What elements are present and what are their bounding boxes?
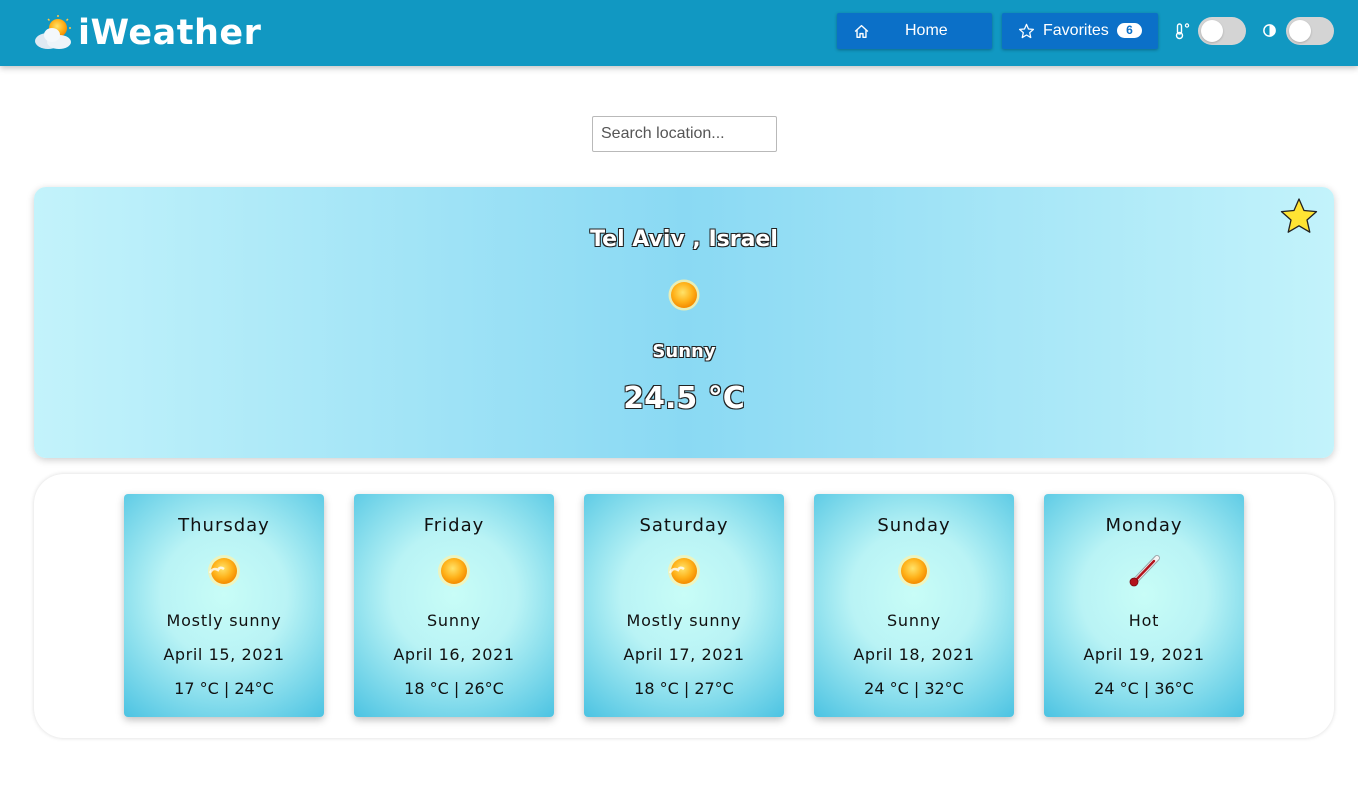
sun-icon xyxy=(438,555,470,587)
day-temperature-range: 18 °C | 26°C xyxy=(404,679,504,698)
home-button[interactable]: Home xyxy=(837,13,992,49)
search-input[interactable] xyxy=(592,116,777,152)
day-name: Sunday xyxy=(877,515,951,536)
sun-icon xyxy=(668,279,700,311)
sun-icon xyxy=(898,555,930,587)
forecast-card: Sunday Sunny April 18, 2021 24 °C | 32°C xyxy=(814,494,1014,717)
current-weather-card: Tel Aviv , Israel Sunny 24.5 °C xyxy=(34,187,1334,458)
day-name: Monday xyxy=(1105,515,1183,536)
home-icon xyxy=(854,24,869,39)
day-date: April 18, 2021 xyxy=(853,645,975,664)
day-description: Mostly sunny xyxy=(626,611,742,630)
star-outline-icon xyxy=(1018,23,1035,39)
day-name: Thursday xyxy=(178,515,270,536)
forecast-card: Thursday Mostly sunny April 15, 2021 17 … xyxy=(124,494,324,717)
day-temperature-range: 24 °C | 36°C xyxy=(1094,679,1194,698)
day-date: April 17, 2021 xyxy=(623,645,745,664)
unit-toggle[interactable] xyxy=(1198,17,1246,45)
favorites-label: Favorites xyxy=(1043,22,1109,39)
home-label: Home xyxy=(905,22,948,39)
day-date: April 19, 2021 xyxy=(1083,645,1205,664)
day-name: Saturday xyxy=(639,515,729,536)
forecast-card: Saturday Mostly sunny April 17, 2021 18 … xyxy=(584,494,784,717)
weather-logo-icon xyxy=(35,15,71,49)
day-temperature-range: 18 °C | 27°C xyxy=(634,679,734,698)
toggle-knob xyxy=(1201,20,1223,42)
brand-name: iWeather xyxy=(78,13,262,53)
mostly-sunny-icon xyxy=(208,555,240,587)
forecast-card: Monday Hot April 19, 2021 24 °C | 36°C xyxy=(1044,494,1244,717)
day-description: Mostly sunny xyxy=(166,611,282,630)
forecast-card: Friday Sunny April 16, 2021 18 °C | 26°C xyxy=(354,494,554,717)
thermometer-icon xyxy=(1129,555,1160,587)
favorites-count-badge: 6 xyxy=(1117,23,1142,38)
day-description: Hot xyxy=(1128,611,1160,630)
day-date: April 15, 2021 xyxy=(163,645,285,664)
mostly-sunny-icon xyxy=(668,555,700,587)
contrast-icon xyxy=(1263,24,1276,37)
day-temperature-range: 24 °C | 32°C xyxy=(864,679,964,698)
day-description: Sunny xyxy=(886,611,942,630)
city-name: Tel Aviv , Israel xyxy=(590,227,778,252)
brand[interactable]: iWeather xyxy=(32,10,261,56)
current-temperature: 24.5 °C xyxy=(623,381,745,416)
day-temperature-range: 17 °C | 24°C xyxy=(174,679,274,698)
day-date: April 16, 2021 xyxy=(393,645,515,664)
favorites-button[interactable]: Favorites 6 xyxy=(1002,13,1158,49)
day-name: Friday xyxy=(423,515,485,536)
current-description: Sunny xyxy=(652,341,716,362)
forecast-panel: Thursday Mostly sunny April 15, 2021 17 … xyxy=(34,474,1334,738)
thermometer-unit-icon xyxy=(1175,23,1190,40)
day-description: Sunny xyxy=(426,611,482,630)
toggle-knob xyxy=(1289,20,1311,42)
theme-toggle[interactable] xyxy=(1286,17,1334,45)
navbar: iWeather Home Favorites 6 xyxy=(0,0,1358,66)
